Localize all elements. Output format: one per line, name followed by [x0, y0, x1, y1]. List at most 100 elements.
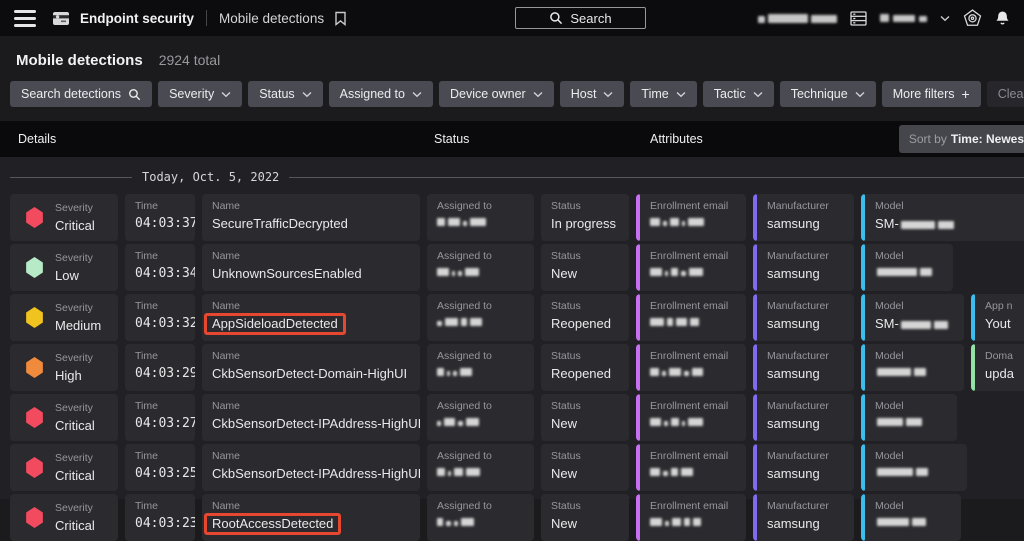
enrollment-email-cell[interactable]: Enrollment email — [636, 194, 746, 241]
bookmark-icon[interactable] — [334, 11, 347, 26]
extra-attribute-cell[interactable]: Doma upda — [971, 344, 1024, 391]
clear-all-button[interactable]: Clear all — [987, 81, 1024, 107]
name-cell[interactable]: Name CkbSensorDetect-IPAddress-HighUI — [202, 444, 420, 491]
filter-severity[interactable]: Severity — [158, 81, 242, 107]
model-cell[interactable]: Model — [861, 494, 961, 541]
host-group-icon[interactable] — [850, 11, 867, 26]
enrollment-email-cell[interactable]: Enrollment email — [636, 294, 746, 341]
detection-row[interactable]: Severity Critical Time 04:03:23 Name Roo… — [0, 494, 1024, 541]
status-cell[interactable]: Status New — [541, 394, 629, 441]
manufacturer-value: samsung — [767, 466, 844, 481]
detection-row[interactable]: Severity Low Time 04:03:34 Name UnknownS… — [0, 244, 1024, 291]
status-cell[interactable]: Status New — [541, 244, 629, 291]
enrollment-email-cell[interactable]: Enrollment email — [636, 494, 746, 541]
time-cell[interactable]: Time 04:03:23 — [125, 494, 195, 541]
model-cell[interactable]: Model SM- — [861, 294, 964, 341]
enrollment-email-cell[interactable]: Enrollment email — [636, 244, 746, 291]
manufacturer-cell[interactable]: Manufacturer samsung — [753, 194, 854, 241]
assigned-to-cell[interactable]: Assigned to — [427, 294, 534, 341]
severity-cell[interactable]: Severity Critical — [10, 494, 118, 541]
filter-bar: Search detections Severity Status Assign… — [0, 69, 1024, 107]
filter-technique[interactable]: Technique — [780, 81, 876, 107]
model-cell[interactable]: Model — [861, 394, 957, 441]
model-label: Model — [875, 400, 947, 412]
enrollment-email-cell[interactable]: Enrollment email — [636, 344, 746, 391]
enrollment-email-cell[interactable]: Enrollment email — [636, 394, 746, 441]
status-cell[interactable]: Status New — [541, 494, 629, 541]
severity-cell[interactable]: Severity Critical — [10, 444, 118, 491]
detection-row[interactable]: Severity Critical Time 04:03:27 Name Ckb… — [0, 394, 1024, 441]
model-label: Model — [875, 200, 1022, 212]
manufacturer-cell[interactable]: Manufacturer samsung — [753, 294, 854, 341]
model-cell[interactable]: Model — [861, 444, 967, 491]
model-label: Model — [875, 500, 951, 512]
manufacturer-cell[interactable]: Manufacturer samsung — [753, 444, 854, 491]
support-badge-icon[interactable] — [963, 9, 982, 28]
detection-row[interactable]: Severity Medium Time 04:03:32 Name AppSi… — [0, 294, 1024, 341]
assigned-to-cell[interactable]: Assigned to — [427, 244, 534, 291]
redacted-model-value — [877, 516, 926, 526]
redacted-model-value — [877, 266, 932, 276]
assigned-to-cell[interactable]: Assigned to — [427, 494, 534, 541]
name-cell[interactable]: Name SecureTrafficDecrypted — [202, 194, 420, 241]
assigned-to-cell[interactable]: Assigned to — [427, 444, 534, 491]
sort-by-button[interactable]: Sort by Time: Newest — [899, 125, 1024, 153]
detection-row[interactable]: Severity Critical Time 04:03:25 Name Ckb… — [0, 444, 1024, 491]
redacted-model-value — [877, 466, 928, 476]
time-cell[interactable]: Time 04:03:25 — [125, 444, 195, 491]
time-cell[interactable]: Time 04:03:29 — [125, 344, 195, 391]
manufacturer-cell[interactable]: Manufacturer samsung — [753, 494, 854, 541]
severity-cell[interactable]: Severity Medium — [10, 294, 118, 341]
status-cell[interactable]: Status Reopened — [541, 294, 629, 341]
global-search-input[interactable]: Search — [515, 7, 646, 29]
name-label: Name — [212, 200, 410, 212]
redacted-email-value — [650, 216, 736, 226]
detection-row[interactable]: Severity Critical Time 04:03:37 Name Sec… — [0, 194, 1024, 241]
assigned-to-cell[interactable]: Assigned to — [427, 194, 534, 241]
menu-icon[interactable] — [14, 10, 36, 27]
model-cell[interactable]: Model — [861, 344, 964, 391]
filter-time[interactable]: Time — [630, 81, 696, 107]
notifications-bell-icon[interactable] — [995, 10, 1010, 26]
search-detections-button[interactable]: Search detections — [10, 81, 152, 107]
severity-value: Critical — [55, 218, 95, 233]
severity-cell[interactable]: Severity Critical — [10, 394, 118, 441]
status-cell[interactable]: Status New — [541, 444, 629, 491]
chevron-down-icon[interactable] — [940, 15, 950, 22]
name-cell[interactable]: Name UnknownSourcesEnabled — [202, 244, 420, 291]
time-cell[interactable]: Time 04:03:32 — [125, 294, 195, 341]
time-cell[interactable]: Time 04:03:34 — [125, 244, 195, 291]
more-filters-button[interactable]: More filters + — [882, 81, 981, 107]
sort-by-value: Time: Newest — [951, 132, 1024, 146]
filter-assigned-to[interactable]: Assigned to — [329, 81, 433, 107]
assigned-to-cell[interactable]: Assigned to — [427, 344, 534, 391]
extra-attribute-cell[interactable]: App n Yout — [971, 294, 1024, 341]
manufacturer-cell[interactable]: Manufacturer samsung — [753, 344, 854, 391]
name-cell[interactable]: Name RootAccessDetected — [202, 494, 420, 541]
model-cell[interactable]: Model — [861, 244, 953, 291]
severity-cell[interactable]: Severity Low — [10, 244, 118, 291]
filter-tactic[interactable]: Tactic — [703, 81, 774, 107]
detection-row[interactable]: Severity High Time 04:03:29 Name CkbSens… — [0, 344, 1024, 391]
redacted-user-menu[interactable] — [880, 14, 927, 22]
enrollment-email-cell[interactable]: Enrollment email — [636, 444, 746, 491]
severity-cell[interactable]: Severity Critical — [10, 194, 118, 241]
breadcrumb-page[interactable]: Mobile detections — [219, 11, 324, 26]
name-cell[interactable]: Name CkbSensorDetect-Domain-HighUI — [202, 344, 420, 391]
filter-device-owner[interactable]: Device owner — [439, 81, 554, 107]
filter-host[interactable]: Host — [560, 81, 625, 107]
name-cell[interactable]: Name CkbSensorDetect-IPAddress-HighUI — [202, 394, 420, 441]
name-cell[interactable]: Name AppSideloadDetected — [202, 294, 420, 341]
assigned-to-cell[interactable]: Assigned to — [427, 394, 534, 441]
manufacturer-cell[interactable]: Manufacturer samsung — [753, 394, 854, 441]
time-cell[interactable]: Time 04:03:37 — [125, 194, 195, 241]
model-cell[interactable]: Model SM- — [861, 194, 1024, 241]
manufacturer-cell[interactable]: Manufacturer samsung — [753, 244, 854, 291]
filter-status[interactable]: Status — [248, 81, 322, 107]
name-label: Name — [212, 500, 410, 512]
severity-cell[interactable]: Severity High — [10, 344, 118, 391]
clear-all-label: Clear all — [998, 87, 1024, 101]
status-cell[interactable]: Status In progress — [541, 194, 629, 241]
status-cell[interactable]: Status Reopened — [541, 344, 629, 391]
time-cell[interactable]: Time 04:03:27 — [125, 394, 195, 441]
